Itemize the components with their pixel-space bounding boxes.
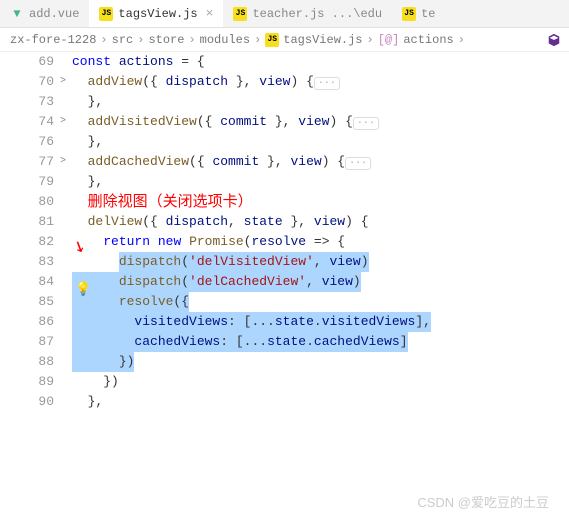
tab-label: add.vue	[29, 7, 79, 21]
tab-teacher-js-----edu[interactable]: JS teacher.js ...\edu	[223, 0, 392, 27]
line-number: 69	[0, 52, 54, 72]
js-icon: JS	[402, 7, 416, 21]
lightbulb-icon[interactable]: 💡	[75, 282, 91, 297]
line-number: 74>	[0, 112, 54, 132]
fold-toggle[interactable]: >	[56, 112, 70, 132]
fold-toggle[interactable]: >	[56, 72, 70, 92]
tab-label: teacher.js ...\edu	[252, 7, 382, 21]
tab-te[interactable]: JS te	[392, 0, 445, 27]
line-gutter: 6970>7374>7677>798081828384858687888990	[0, 52, 72, 412]
bc-symbol[interactable]: actions	[403, 33, 453, 47]
line-number: 89	[0, 372, 54, 392]
line-number: 76	[0, 132, 54, 152]
line-number: 77>	[0, 152, 54, 172]
fold-toggle[interactable]: >	[56, 152, 70, 172]
tab-bar: ▼ add.vue JS tagsView.js × JS teacher.js ...\e…	[0, 0, 569, 28]
code-line[interactable]: },	[72, 92, 569, 112]
line-number: 70>	[0, 72, 54, 92]
code-line[interactable]: cachedViews: [...state.cachedViews]	[72, 332, 569, 352]
code-line[interactable]: })	[72, 352, 569, 372]
bc-item[interactable]: store	[148, 33, 184, 47]
line-number: 79	[0, 172, 54, 192]
code-line[interactable]: visitedViews: [...state.visitedViews],	[72, 312, 569, 332]
bc-item[interactable]: modules	[200, 33, 250, 47]
code-line[interactable]: },	[72, 392, 569, 412]
line-number: 81	[0, 212, 54, 232]
tab-label: tagsView.js	[118, 7, 197, 21]
editor[interactable]: 6970>7374>7677>798081828384858687888990 …	[0, 52, 569, 412]
code-line[interactable]: addCachedView({ commit }, view) {···	[72, 152, 569, 172]
code-line[interactable]: },	[72, 172, 569, 192]
close-icon[interactable]: ×	[206, 6, 214, 21]
watermark: CSDN @爱吃豆的土豆	[417, 492, 549, 511]
line-number: 73	[0, 92, 54, 112]
bc-file[interactable]: tagsView.js	[283, 33, 362, 47]
breadcrumb: zx-fore-1228› src› store› modules› JS ta…	[0, 28, 569, 52]
bc-item[interactable]: zx-fore-1228	[10, 33, 96, 47]
code-line[interactable]: addView({ dispatch }, view) {···	[72, 72, 569, 92]
tab-label: te	[421, 7, 435, 21]
symbol-icon: [@]	[378, 33, 400, 47]
line-number: 86	[0, 312, 54, 332]
line-number: 80	[0, 192, 54, 212]
code-line[interactable]: delView({ dispatch, state }, view) {	[72, 212, 569, 232]
code-line[interactable]: },	[72, 132, 569, 152]
js-icon: JS	[233, 7, 247, 21]
code-line[interactable]: const actions = {	[72, 52, 569, 72]
line-number: 83	[0, 252, 54, 272]
code-line[interactable]: 删除视图（关闭选项卡）	[72, 192, 569, 212]
tab-add-vue[interactable]: ▼ add.vue	[0, 0, 89, 27]
code-line[interactable]: resolve({	[72, 292, 569, 312]
line-number: 88	[0, 352, 54, 372]
js-icon: JS	[265, 33, 279, 47]
code-line[interactable]: dispatch('delCachedView', view)	[72, 272, 569, 292]
code-content[interactable]: const actions = { addView({ dispatch }, …	[72, 52, 569, 412]
line-number: 85	[0, 292, 54, 312]
line-number: 87	[0, 332, 54, 352]
code-line[interactable]: })	[72, 372, 569, 392]
js-icon: JS	[99, 7, 113, 21]
code-line[interactable]: return new Promise(resolve => {	[72, 232, 569, 252]
code-line[interactable]: dispatch('delVisitedView', view)	[72, 252, 569, 272]
code-line[interactable]: addVisitedView({ commit }, view) {···	[72, 112, 569, 132]
tab-tagsView-js[interactable]: JS tagsView.js ×	[89, 0, 223, 27]
cube-icon	[547, 33, 561, 47]
line-number: 90	[0, 392, 54, 412]
bc-item[interactable]: src	[112, 33, 134, 47]
line-number: 82	[0, 232, 54, 252]
vue-icon: ▼	[10, 7, 24, 21]
line-number: 84	[0, 272, 54, 292]
